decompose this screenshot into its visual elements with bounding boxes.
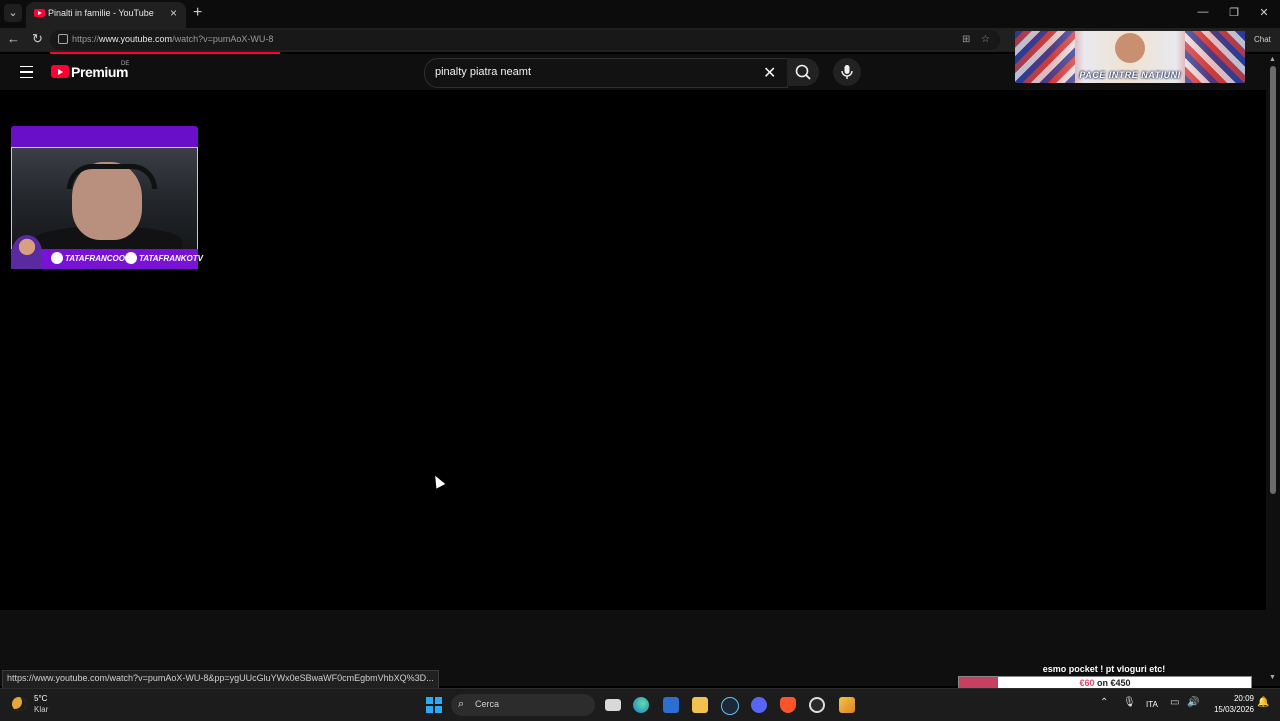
app-install-icon[interactable]: ⊞ bbox=[962, 34, 970, 45]
store-icon[interactable] bbox=[663, 697, 679, 713]
mouse-cursor-icon bbox=[430, 473, 446, 489]
clock-time[interactable]: 20:09 bbox=[1212, 694, 1254, 703]
search-icon bbox=[795, 64, 811, 80]
clear-search-icon[interactable]: ✕ bbox=[763, 63, 776, 83]
app-icon[interactable] bbox=[839, 697, 855, 713]
clock-date[interactable]: 15/03/2026 bbox=[1205, 705, 1254, 714]
weather-description[interactable]: Klar bbox=[34, 705, 48, 714]
brave-icon[interactable] bbox=[780, 697, 796, 713]
donation-target: €450 bbox=[1110, 678, 1131, 688]
weather-moon-icon[interactable] bbox=[12, 697, 26, 711]
search-button[interactable] bbox=[787, 58, 819, 86]
bookmark-star-icon[interactable]: ☆ bbox=[981, 34, 990, 45]
url-text[interactable]: https://www.youtube.com/watch?v=pumAoX-W… bbox=[72, 34, 273, 44]
instagram-icon bbox=[51, 252, 63, 264]
reload-icon[interactable]: ↻ bbox=[32, 31, 43, 47]
browser-tab-active[interactable]: Pinalti in familie - YouTube × bbox=[26, 2, 186, 28]
weather-temperature[interactable]: 5°C bbox=[34, 694, 47, 703]
discord-icon[interactable] bbox=[751, 697, 767, 713]
streamer-avatar bbox=[12, 235, 42, 269]
country-code: DE bbox=[121, 61, 130, 67]
url-path: /watch?v=pumAoX-WU-8 bbox=[172, 34, 274, 44]
banner-portrait bbox=[1115, 33, 1145, 63]
tiktok-handle: TATAFRANKOTV bbox=[139, 254, 203, 263]
windows-taskbar: 5°C Klar ⌕ Cerca ⌃ 🎙 ITA ▭ 🔊 20:09 15/03… bbox=[0, 688, 1280, 721]
url-host: www.youtube.com bbox=[99, 34, 173, 44]
windows-start-icon[interactable] bbox=[426, 697, 442, 713]
back-arrow-icon[interactable]: ← bbox=[7, 31, 20, 46]
tab-close-icon[interactable]: × bbox=[170, 6, 177, 20]
tray-chevron-up-icon[interactable]: ⌃ bbox=[1100, 697, 1108, 708]
search-icon: ⌕ bbox=[458, 698, 465, 710]
volume-icon[interactable]: 🔊 bbox=[1187, 697, 1199, 708]
youtube-premium-logo[interactable]: Premium bbox=[71, 64, 129, 80]
scroll-up-icon[interactable]: ▲ bbox=[1269, 56, 1276, 63]
browser-tab-strip: ⌄ Pinalti in familie - YouTube × + — ❐ ✕ bbox=[0, 0, 1280, 28]
new-tab-button[interactable]: + bbox=[193, 4, 202, 22]
taskbar-search-placeholder: Cerca bbox=[475, 699, 500, 709]
minimize-button[interactable]: — bbox=[1195, 6, 1211, 18]
donation-separator: on bbox=[1097, 678, 1108, 688]
network-icon[interactable]: ▭ bbox=[1170, 697, 1179, 708]
guide-menu-icon[interactable] bbox=[20, 66, 33, 78]
search-input[interactable]: pinalty piatra neamt ✕ bbox=[424, 58, 788, 88]
steam-icon[interactable] bbox=[721, 697, 739, 715]
tray-language[interactable]: ITA bbox=[1146, 700, 1158, 709]
headset-icon bbox=[67, 164, 157, 189]
webcam-frame-top bbox=[11, 126, 198, 147]
explorer-icon[interactable] bbox=[692, 697, 708, 713]
scrollbar-thumb[interactable] bbox=[1270, 66, 1276, 494]
edge-icon[interactable] bbox=[633, 697, 649, 713]
task-view-icon[interactable] bbox=[605, 699, 621, 711]
notification-bell-icon[interactable]: 🔔 bbox=[1257, 697, 1269, 708]
instagram-handle: TATAFRANCOO bbox=[65, 254, 125, 263]
status-bar-url: https://www.youtube.com/watch?v=pumAoX-W… bbox=[2, 670, 439, 689]
youtube-logo-icon[interactable] bbox=[51, 65, 69, 78]
close-window-button[interactable]: ✕ bbox=[1256, 6, 1272, 19]
banner-text: PACE INTRE NATIUNI bbox=[1079, 70, 1181, 80]
maximize-button[interactable]: ❐ bbox=[1226, 6, 1242, 19]
donation-goal-title: esmo pocket ! pt vloguri etc! bbox=[1042, 664, 1166, 674]
scroll-down-icon[interactable]: ▼ bbox=[1269, 674, 1276, 681]
webcam-overlay: TATAFRANCOO TATAFRANKOTV bbox=[11, 126, 203, 269]
obs-icon[interactable] bbox=[809, 697, 825, 713]
donation-goal-text: €60 on €450 bbox=[959, 678, 1251, 688]
tiktok-icon bbox=[125, 252, 137, 264]
search-query-text: pinalty piatra neamt bbox=[435, 66, 531, 78]
address-bar[interactable]: https://www.youtube.com/watch?v=pumAoX-W… bbox=[50, 30, 1000, 50]
tab-search-dropdown-icon[interactable]: ⌄ bbox=[4, 4, 22, 22]
voice-search-button[interactable] bbox=[833, 58, 861, 86]
donation-raised: €60 bbox=[1079, 678, 1095, 688]
stream-overlay-banner: PACE INTRE NATIUNI bbox=[1015, 31, 1245, 83]
site-info-icon[interactable] bbox=[58, 34, 68, 44]
webcam-frame-bottom: TATAFRANCOO TATAFRANKOTV bbox=[11, 235, 203, 269]
page-scrollbar[interactable]: ▲ ▼ bbox=[1266, 54, 1280, 686]
webcam-video bbox=[11, 147, 198, 251]
taskbar-search-box[interactable]: ⌕ Cerca bbox=[451, 694, 595, 716]
tray-mic-icon[interactable]: 🎙 bbox=[1123, 697, 1136, 708]
tab-title: Pinalti in familie - YouTube bbox=[48, 8, 154, 18]
url-prefix: https:// bbox=[72, 34, 100, 44]
copilot-chat-button[interactable]: Chat bbox=[1254, 35, 1271, 44]
mic-icon bbox=[841, 65, 853, 79]
youtube-favicon-icon bbox=[34, 9, 45, 17]
